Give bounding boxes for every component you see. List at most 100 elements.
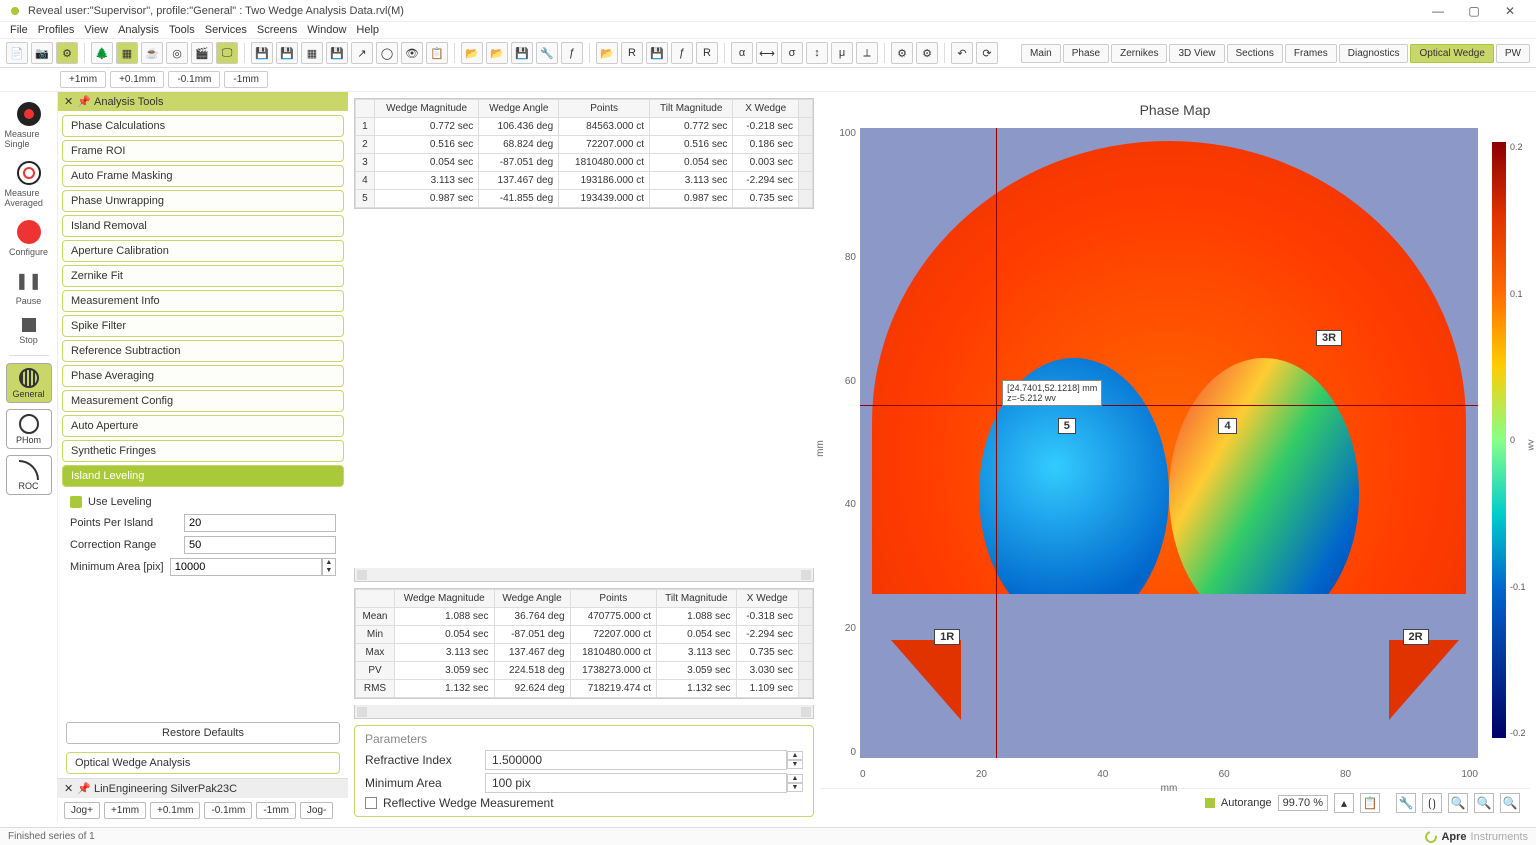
tb-sigma-icon[interactable]: σ bbox=[781, 42, 803, 64]
tab-sections[interactable]: Sections bbox=[1227, 44, 1283, 63]
h-scrollbar-2[interactable] bbox=[354, 705, 814, 719]
tab-phase[interactable]: Phase bbox=[1063, 44, 1109, 63]
tb-saveas-icon[interactable]: 💾 bbox=[276, 42, 298, 64]
maximize-button[interactable]: ▢ bbox=[1456, 0, 1492, 22]
tb-level-icon[interactable]: ⟷ bbox=[756, 42, 778, 64]
scroll-gutter[interactable] bbox=[799, 100, 813, 118]
tab-optical-wedge[interactable]: Optical Wedge bbox=[1410, 44, 1493, 63]
motor-plus-01mm[interactable]: +0.1mm bbox=[150, 802, 200, 819]
zoom-icon-1[interactable]: 🔍 bbox=[1448, 793, 1468, 813]
tab-zernikes[interactable]: Zernikes bbox=[1111, 44, 1167, 63]
tab-pw[interactable]: PW bbox=[1496, 44, 1530, 63]
tb-tree-icon[interactable]: 🌲 bbox=[91, 42, 113, 64]
tool-island-leveling[interactable]: Island Leveling bbox=[62, 465, 344, 487]
scroll-gutter[interactable] bbox=[799, 590, 813, 608]
menu-file[interactable]: File bbox=[10, 24, 28, 36]
menu-window[interactable]: Window bbox=[307, 24, 346, 36]
tb-alpha-icon[interactable]: α bbox=[731, 42, 753, 64]
tb-raw-icon[interactable]: R bbox=[621, 42, 643, 64]
pause-button[interactable]: ❚❚ Pause bbox=[5, 263, 53, 312]
tb-clip-icon[interactable]: 📋 bbox=[426, 42, 448, 64]
menu-services[interactable]: Services bbox=[205, 24, 247, 36]
minimize-button[interactable]: — bbox=[1420, 0, 1456, 22]
measure-single-button[interactable]: Measure Single bbox=[5, 96, 53, 155]
ma-input[interactable] bbox=[170, 558, 322, 576]
tool-auto-mask[interactable]: Auto Frame Masking bbox=[62, 165, 344, 187]
tb-save-icon[interactable]: 💾 bbox=[251, 42, 273, 64]
ri-spinner[interactable]: ▲▼ bbox=[787, 751, 803, 769]
tb-export-icon[interactable]: ↗ bbox=[351, 42, 373, 64]
restore-defaults-button[interactable]: Restore Defaults bbox=[66, 722, 340, 744]
autorange-value[interactable]: 99.70 % bbox=[1278, 795, 1328, 811]
motor-jog-plus[interactable]: Jog+ bbox=[64, 802, 100, 819]
pma-value[interactable]: 100 pix bbox=[485, 773, 787, 793]
tb-gear-icon[interactable]: ⚙ bbox=[891, 42, 913, 64]
tb-new-icon[interactable]: 📄 bbox=[6, 42, 28, 64]
tools-close-icon[interactable]: ✕ bbox=[64, 95, 73, 108]
tool-meas-config[interactable]: Measurement Config bbox=[62, 390, 344, 412]
wrench-icon[interactable]: 🔧 bbox=[1396, 793, 1416, 813]
menu-profiles[interactable]: Profiles bbox=[38, 24, 75, 36]
tab-frames[interactable]: Frames bbox=[1285, 44, 1337, 63]
phase-map-plot[interactable]: 3R 5 4 1R 2R [24.7401,52.1218] mm z=-5.2… bbox=[860, 128, 1478, 758]
tool-ref-sub[interactable]: Reference Subtraction bbox=[62, 340, 344, 362]
tb-folder3-icon[interactable]: 📂 bbox=[596, 42, 618, 64]
tool-aperture-cal[interactable]: Aperture Calibration bbox=[62, 240, 344, 262]
tool-phase-calc[interactable]: Phase Calculations bbox=[62, 115, 344, 137]
clipboard-icon[interactable]: 📋 bbox=[1360, 793, 1380, 813]
tool-island-removal[interactable]: Island Removal bbox=[62, 215, 344, 237]
tb-base-icon[interactable]: ⟂ bbox=[856, 42, 878, 64]
tile-phom[interactable]: PHom bbox=[6, 409, 52, 449]
tb-motor-icon[interactable]: ⚙ bbox=[56, 42, 78, 64]
tb-grid-icon[interactable]: ▦ bbox=[116, 42, 138, 64]
h-scrollbar-1[interactable] bbox=[354, 568, 814, 582]
tool-synth-fringes[interactable]: Synthetic Fringes bbox=[62, 440, 344, 462]
optical-wedge-box[interactable]: Optical Wedge Analysis bbox=[66, 752, 340, 774]
jog-plus-01mm[interactable]: +0.1mm bbox=[110, 71, 164, 88]
tb-cup-icon[interactable]: ☕ bbox=[141, 42, 163, 64]
menu-screens[interactable]: Screens bbox=[257, 24, 297, 36]
tools-pin-icon[interactable]: 📌 bbox=[77, 95, 91, 108]
tb-save2-icon[interactable]: 💾 bbox=[511, 42, 533, 64]
tb-open2-icon[interactable]: 📂 bbox=[486, 42, 508, 64]
bracket-icon[interactable]: ⟮⟯ bbox=[1422, 793, 1442, 813]
menu-view[interactable]: View bbox=[84, 24, 108, 36]
tb-wrench-icon[interactable]: 🔧 bbox=[536, 42, 558, 64]
menu-tools[interactable]: Tools bbox=[169, 24, 195, 36]
pma-spinner[interactable]: ▲▼ bbox=[787, 774, 803, 792]
tb-open-icon[interactable]: 📂 bbox=[461, 42, 483, 64]
tb-tilt-icon[interactable]: ↕ bbox=[806, 42, 828, 64]
tb-circle-icon[interactable]: ◯ bbox=[376, 42, 398, 64]
tb-mu-icon[interactable]: μ bbox=[831, 42, 853, 64]
motor-jog-minus[interactable]: Jog- bbox=[300, 802, 333, 819]
menu-analysis[interactable]: Analysis bbox=[118, 24, 159, 36]
motor-minus-1mm[interactable]: -1mm bbox=[256, 802, 296, 819]
stop-button[interactable]: Stop bbox=[5, 312, 53, 351]
ma-spinner[interactable]: ▲▼ bbox=[322, 558, 336, 576]
tool-spike-filter[interactable]: Spike Filter bbox=[62, 315, 344, 337]
tab-diagnostics[interactable]: Diagnostics bbox=[1339, 44, 1409, 63]
tile-roc[interactable]: ROC bbox=[6, 455, 52, 495]
tb-movie-icon[interactable]: 🎬 bbox=[191, 42, 213, 64]
cr-input[interactable] bbox=[184, 536, 336, 554]
tb-undo-icon[interactable]: ↶ bbox=[951, 42, 973, 64]
tb-fxab-icon[interactable]: ƒ bbox=[561, 42, 583, 64]
tb-gear2-icon[interactable]: ⚙ bbox=[916, 42, 938, 64]
zoom-icon-3[interactable]: 🔍 bbox=[1500, 793, 1520, 813]
tb-fxab2-icon[interactable]: ƒ bbox=[671, 42, 693, 64]
autorange-spin[interactable]: ▴ bbox=[1334, 793, 1354, 813]
tb-raster-icon[interactable]: ▦ bbox=[301, 42, 323, 64]
tool-zernike-fit[interactable]: Zernike Fit bbox=[62, 265, 344, 287]
tb-refresh-icon[interactable]: ⟳ bbox=[976, 42, 998, 64]
tb-eye-icon[interactable]: 👁 bbox=[401, 42, 423, 64]
chart-area[interactable]: 3R 5 4 1R 2R [24.7401,52.1218] mm z=-5.2… bbox=[820, 122, 1530, 788]
tb-raw2-icon[interactable]: R bbox=[696, 42, 718, 64]
tool-phase-avg[interactable]: Phase Averaging bbox=[62, 365, 344, 387]
tile-general[interactable]: General bbox=[6, 363, 52, 403]
zoom-icon-2[interactable]: 🔍 bbox=[1474, 793, 1494, 813]
ppi-input[interactable] bbox=[184, 514, 336, 532]
use-leveling-checkbox[interactable]: Use Leveling bbox=[70, 496, 336, 508]
ri-value[interactable]: 1.500000 bbox=[485, 750, 787, 770]
menu-help[interactable]: Help bbox=[356, 24, 379, 36]
tool-phase-unwrap[interactable]: Phase Unwrapping bbox=[62, 190, 344, 212]
